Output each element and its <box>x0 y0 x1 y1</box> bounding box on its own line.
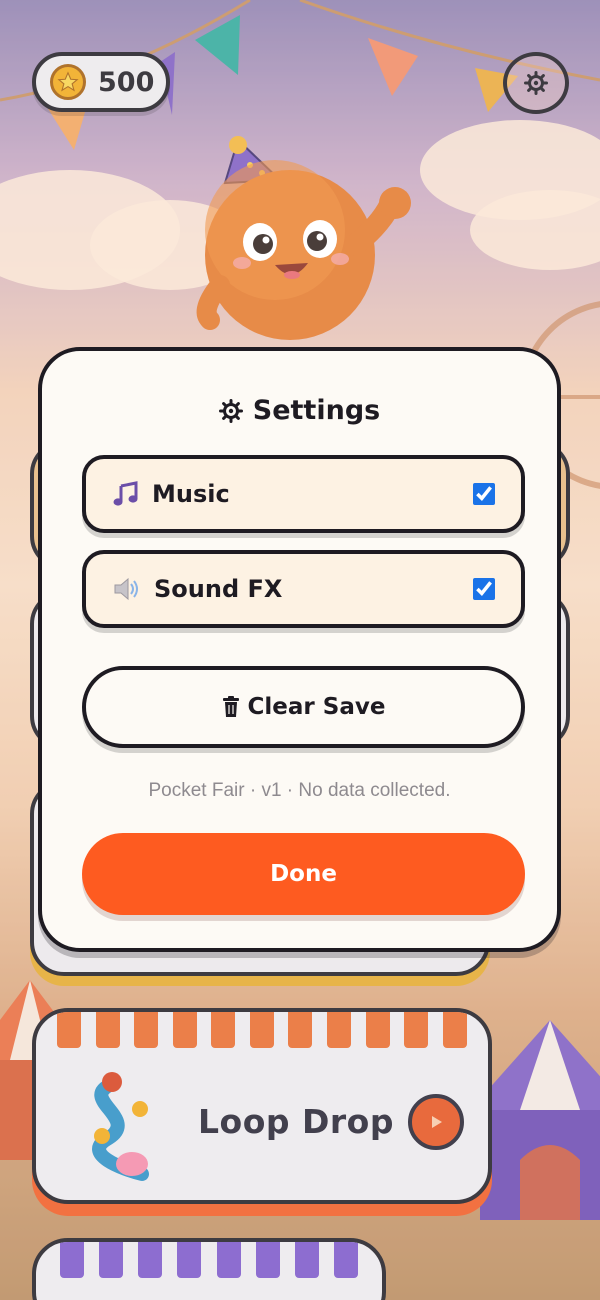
music-note-icon <box>113 481 138 506</box>
settings-modal: Settings Music Sound FX Clear Save Pocke… <box>38 347 561 952</box>
modal-header: Settings <box>42 395 557 426</box>
done-button[interactable]: Done <box>82 833 525 915</box>
sound-fx-checkbox[interactable] <box>473 578 495 600</box>
clear-save-button[interactable]: Clear Save <box>82 666 525 748</box>
clear-save-label: Clear Save <box>247 694 386 720</box>
speaker-icon <box>114 577 138 601</box>
music-checkbox[interactable] <box>473 483 495 505</box>
trash-icon <box>222 696 239 717</box>
music-toggle-row[interactable]: Music <box>82 455 525 533</box>
version-note: Pocket Fair · v1 · No data collected. <box>148 780 451 801</box>
gear-icon <box>218 398 243 423</box>
sound-fx-label: Sound FX <box>154 575 283 603</box>
music-label: Music <box>152 480 230 508</box>
done-label: Done <box>270 861 337 887</box>
modal-title: Settings <box>252 395 381 426</box>
sound-fx-toggle-row[interactable]: Sound FX <box>82 550 525 628</box>
